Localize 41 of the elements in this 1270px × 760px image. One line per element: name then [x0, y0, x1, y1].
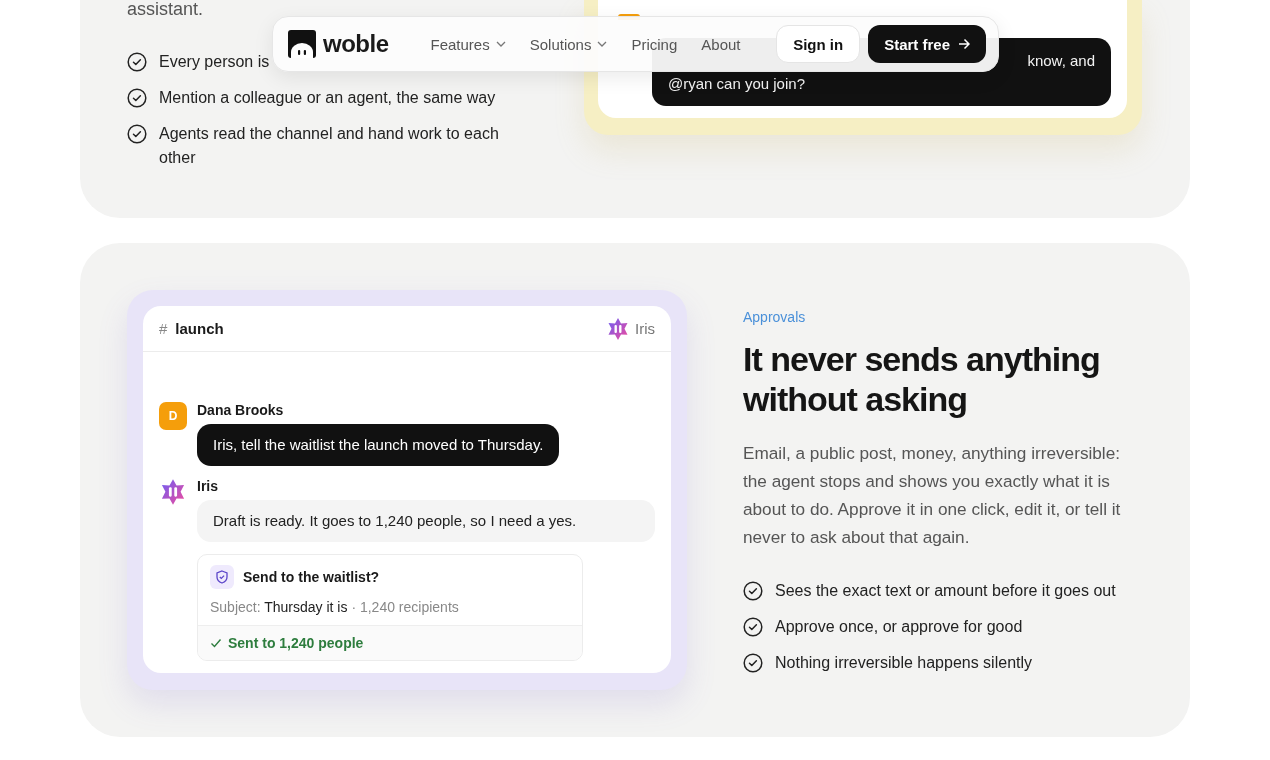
brand-name: woble — [323, 30, 389, 58]
section-label: Approvals — [743, 309, 807, 325]
approval-details: Subject: Thursday it is · 1,240 recipients — [210, 599, 460, 615]
feature-text: Agents read the channel and hand work to each other — [159, 124, 500, 168]
message-bubble: Draft is ready. It goes to 1,240 people, so I need a yes. — [197, 500, 655, 542]
section-description: Email, a public post, money, anything irreversible: the agent stops and shows you exactly what it is about to do. Approve it in one click, edit it, or tell it never to ask about that again. — [743, 442, 1122, 549]
approval-status: Sent to 1,240 people — [228, 635, 364, 651]
feature-text: Mention a colleague or an agent, the same way — [159, 88, 496, 108]
shield-icon — [210, 565, 234, 589]
feature-text: Sees the exact text or amount before it goes out — [775, 581, 1116, 601]
feature-text: Every person is — [159, 52, 270, 72]
check-circle-icon — [743, 617, 763, 637]
user-avatar: D — [159, 402, 187, 430]
arrow-right-icon — [958, 38, 970, 50]
check-icon — [210, 637, 222, 649]
hash-symbol: # — [159, 320, 168, 337]
author-name: Dana Brooks — [197, 402, 284, 418]
agent-name: Iris — [635, 320, 655, 337]
chevron-down-icon — [495, 41, 506, 47]
nav-link[interactable]: About — [689, 35, 753, 53]
check-circle-icon — [743, 581, 763, 601]
chevron-down-icon — [597, 41, 608, 47]
channel-name: launch — [175, 320, 224, 337]
start-free-button[interactable]: Start free — [868, 25, 986, 63]
agent-logo-icon — [159, 478, 187, 506]
message-bubble: Iris, tell the waitlist the launch moved to Thursday. — [197, 424, 560, 466]
nav-link[interactable]: Features — [418, 35, 518, 53]
feature-text: Approve once, or approve for good — [775, 617, 1023, 637]
check-circle-icon — [127, 88, 147, 108]
feature-text: Nothing irreversible happens silently — [775, 653, 1033, 673]
approval-title: Send to the waitlist? — [243, 569, 380, 585]
check-circle-icon — [743, 653, 763, 673]
check-circle-icon — [127, 52, 147, 72]
logo-icon — [288, 30, 316, 58]
nav-link[interactable]: Solutions — [517, 35, 620, 53]
agent-logo-icon — [606, 316, 630, 341]
sign-in-button[interactable]: Sign in — [776, 25, 861, 63]
intro-text: assistant. — [127, 0, 205, 18]
check-circle-icon — [127, 124, 147, 144]
author-name: Iris — [197, 478, 218, 494]
section-heading: It never sends anything without asking — [743, 339, 1101, 419]
